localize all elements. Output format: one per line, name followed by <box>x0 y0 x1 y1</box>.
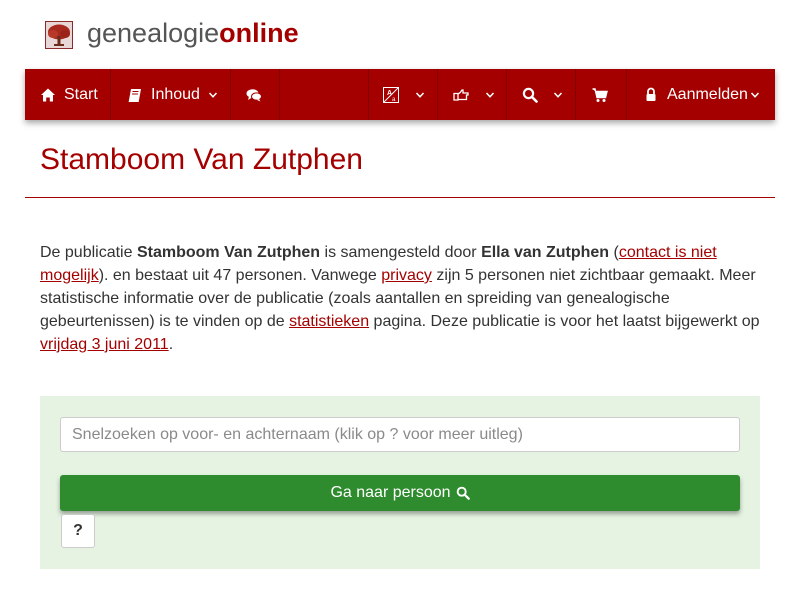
pointing-hand-icon <box>453 88 469 101</box>
nav-share[interactable] <box>453 69 503 120</box>
home-icon <box>41 88 55 101</box>
chevron-down-icon <box>485 92 495 98</box>
page-title: Stamboom Van Zutphen <box>40 143 363 176</box>
tree-icon[interactable] <box>45 21 73 49</box>
intro-text: De publicatie <box>40 244 137 261</box>
search-help-button[interactable]: ? <box>61 514 95 548</box>
last-updated-date-link[interactable]: vrijdag 3 juni 2011 <box>40 336 169 353</box>
intro-text: is samengesteld door <box>320 244 482 261</box>
intro-text: pagina. Deze publicatie is voor het laat… <box>369 313 760 330</box>
translate-icon: A a <box>383 86 399 103</box>
intro-text: ( <box>609 244 619 261</box>
quick-search-input[interactable] <box>60 417 740 452</box>
search-icon <box>456 486 470 500</box>
site-header: genealogieonline <box>0 0 800 69</box>
book-icon <box>128 88 141 102</box>
chevron-down-icon <box>750 92 760 98</box>
main-navbar: Start Inhoud A a Aanmelden <box>25 69 775 120</box>
author-name: Ella van Zutphen <box>481 244 610 261</box>
nav-inhoud-label: Inhoud <box>151 85 200 103</box>
statistics-link[interactable]: statistieken <box>289 313 369 330</box>
logo-text-part1: genealogie <box>87 18 220 48</box>
logo-text-part2: online <box>219 18 299 48</box>
intro-text: ). en bestaat uit 47 personen. Vanwege <box>98 267 382 284</box>
privacy-link[interactable]: privacy <box>381 267 432 284</box>
go-to-person-label: Ga naar persoon <box>330 484 451 501</box>
chevron-down-icon <box>415 92 425 98</box>
nav-login[interactable]: Aanmelden <box>643 69 769 120</box>
publication-name: Stamboom Van Zutphen <box>136 244 321 261</box>
publication-intro: De publicatie Stamboom Van Zutphen is sa… <box>40 241 765 356</box>
quick-search-panel: Ga naar persoon ? <box>40 396 760 569</box>
nav-inhoud[interactable]: Inhoud <box>127 69 227 120</box>
chevron-down-icon <box>208 92 218 98</box>
site-logo-text[interactable]: genealogieonline <box>87 16 299 50</box>
intro-text: . <box>168 336 174 353</box>
nav-search[interactable] <box>522 69 572 120</box>
nav-language[interactable]: A a <box>383 69 433 120</box>
lock-icon <box>646 87 656 101</box>
nav-chat[interactable] <box>246 69 276 120</box>
nav-cart[interactable] <box>592 69 622 120</box>
comments-icon <box>246 88 262 101</box>
go-to-person-button[interactable]: Ga naar persoon <box>60 475 740 511</box>
shopping-cart-icon <box>592 87 608 102</box>
nav-login-label: Aanmelden <box>667 85 748 103</box>
search-icon <box>522 87 538 103</box>
title-divider <box>25 197 775 198</box>
nav-start-label: Start <box>64 85 98 103</box>
svg-text:A: A <box>387 90 392 97</box>
chevron-down-icon <box>553 92 563 98</box>
nav-start[interactable]: Start <box>40 69 110 120</box>
